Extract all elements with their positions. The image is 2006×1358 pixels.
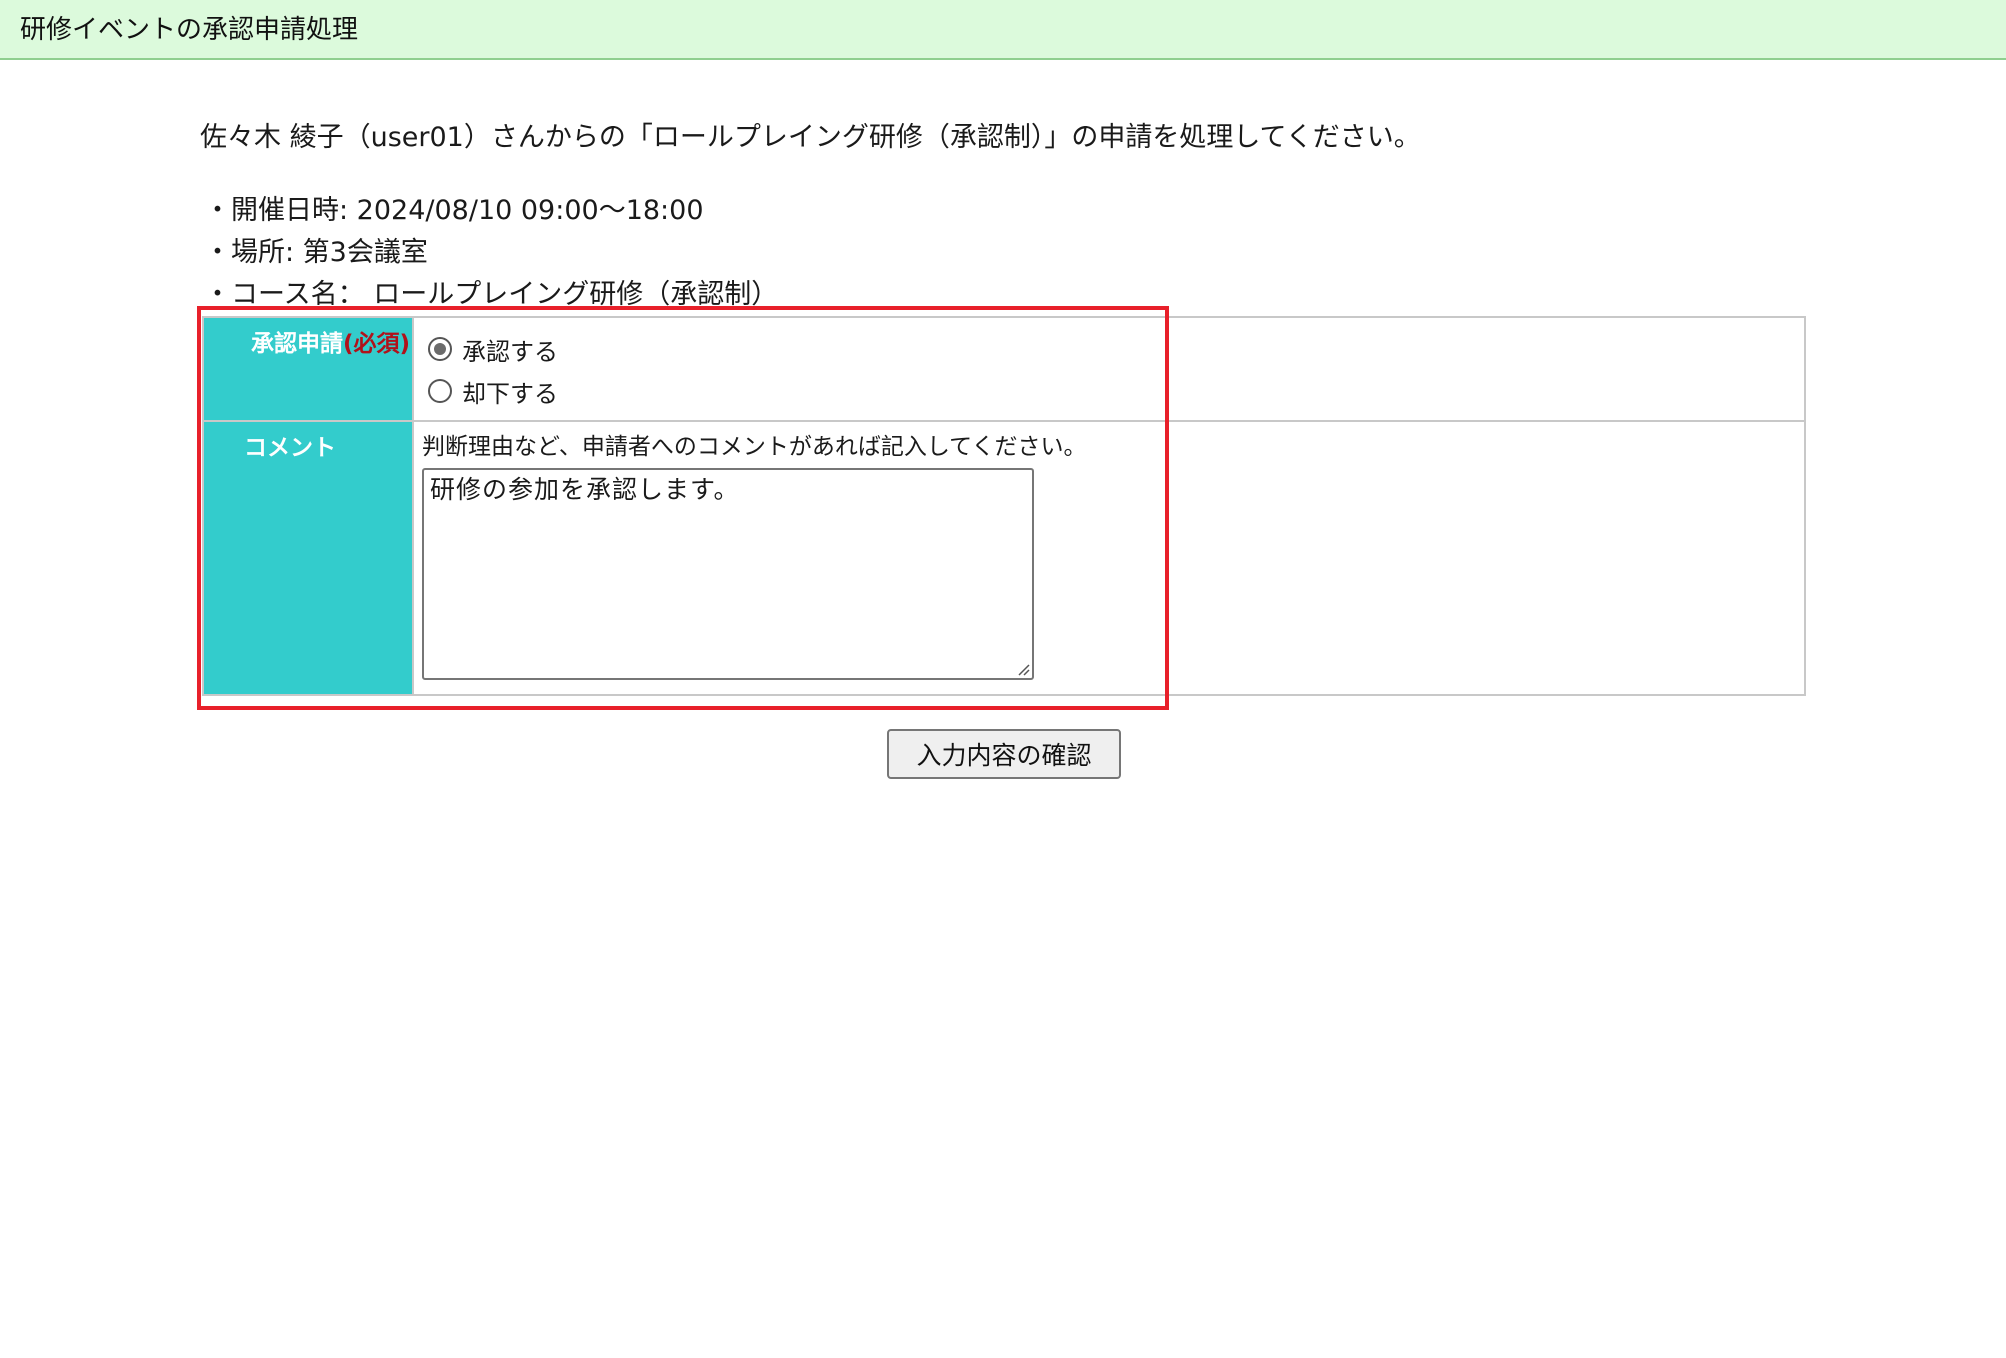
resize-handle-icon[interactable] [1016, 662, 1030, 676]
page-title: 研修イベントの承認申請処理 [20, 15, 359, 45]
comment-text[interactable]: 研修の参加を承認します。 [430, 475, 740, 504]
approval-label-cell: 承認申請(必須) [202, 316, 414, 422]
comment-cell: 判断理由など、申請者へのコメントがあれば記入してください。 研修の参加を承認しま… [412, 420, 1806, 696]
event-place: ・場所: 第3会議室 [204, 237, 428, 268]
comment-row: コメント 判断理由など、申請者へのコメントがあれば記入してください。 研修の参加… [202, 420, 1806, 696]
reject-option-label[interactable]: 却下する [462, 374, 558, 409]
event-details: ・開催日時: 2024/08/10 09:00～18:00 ・場所: 第3会議室… [204, 190, 778, 316]
intro-message: 佐々木 綾子（user01）さんからの「ロールプレイング研修（承認制）」の申請を… [200, 122, 1421, 153]
approve-option-label[interactable]: 承認する [462, 332, 558, 367]
approval-options: 承認する 却下する [412, 316, 1806, 422]
required-marker: (必須) [342, 331, 410, 357]
confirm-button[interactable]: 入力内容の確認 [887, 729, 1121, 779]
approval-row: 承認申請(必須) 承認する 却下する [202, 316, 1806, 422]
comment-label-cell: コメント [202, 420, 414, 696]
reject-option[interactable]: 却下する [428, 370, 1804, 412]
comment-label: コメント [244, 435, 336, 461]
event-course: ・コース名： ロールプレイング研修（承認制） [204, 279, 779, 310]
approve-option[interactable]: 承認する [428, 328, 1804, 370]
comment-hint: 判断理由など、申請者へのコメントがあれば記入してください。 [422, 434, 1087, 460]
approval-form: 承認申請(必須) 承認する 却下する コメント 判断理由など、申請者へのコメント… [202, 316, 1806, 696]
event-date: ・開催日時: 2024/08/10 09:00～18:00 [204, 195, 704, 226]
page-header: 研修イベントの承認申請処理 [0, 0, 2006, 60]
approve-radio[interactable] [428, 337, 452, 361]
comment-textarea[interactable]: 研修の参加を承認します。 [422, 468, 1034, 680]
approval-label: 承認申請 [250, 331, 343, 357]
reject-radio[interactable] [428, 379, 452, 403]
